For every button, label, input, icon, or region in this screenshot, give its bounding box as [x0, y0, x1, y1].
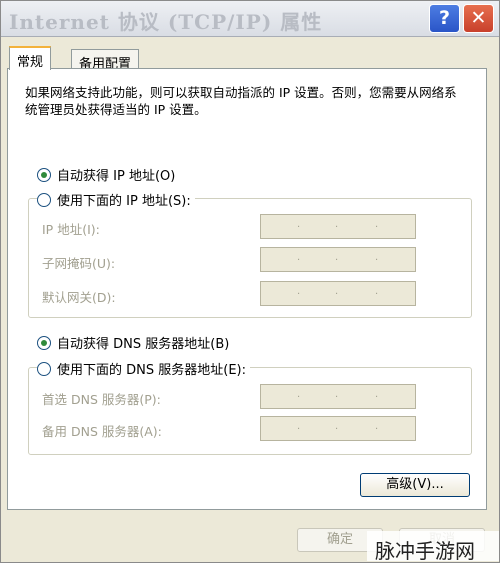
radio-unselected-icon — [37, 361, 51, 376]
default-gateway-field: ... — [260, 281, 416, 306]
manual-dns-group — [28, 367, 472, 455]
alternate-dns-field: ... — [260, 416, 416, 441]
default-gateway-label: 默认网关(D): — [42, 290, 116, 305]
ip-address-label: IP 地址(I): — [42, 222, 100, 237]
auto-dns-radio[interactable]: 自动获得 DNS 服务器地址(B) — [37, 333, 229, 352]
manual-dns-label: 使用下面的 DNS 服务器地址(E): — [57, 363, 246, 378]
radio-selected-icon — [37, 335, 51, 350]
description-text: 如果网络支持此功能，则可以获取自动指派的 IP 设置。否则，您需要从网络系统管理… — [25, 85, 457, 117]
alternate-dns-label: 备用 DNS 服务器(A): — [42, 424, 162, 439]
help-button[interactable]: ? — [429, 4, 460, 33]
radio-unselected-icon — [37, 192, 51, 207]
preferred-dns-field: ... — [260, 384, 416, 409]
manual-ip-label: 使用下面的 IP 地址(S): — [57, 194, 191, 209]
close-icon: ✕ — [470, 7, 487, 29]
radio-selected-icon — [37, 167, 51, 182]
auto-dns-label: 自动获得 DNS 服务器地址(B) — [57, 337, 230, 352]
auto-ip-label: 自动获得 IP 地址(O) — [57, 169, 176, 184]
subnet-mask-field: ... — [260, 247, 416, 272]
tab-general[interactable]: 常规 — [9, 46, 52, 70]
tab-general-label: 常规 — [17, 55, 44, 70]
ok-button-label: 确定 — [326, 532, 353, 547]
manual-ip-radio[interactable]: 使用下面的 IP 地址(S): — [37, 190, 195, 209]
window-title: Internet 协议 (TCP/IP) 属性 — [9, 10, 323, 34]
ip-address-field: ... — [260, 214, 416, 239]
watermark-text: 脉冲手游网 — [375, 539, 475, 563]
subnet-mask-label: 子网掩码(U): — [42, 256, 116, 271]
help-icon: ? — [438, 7, 451, 29]
close-button[interactable]: ✕ — [463, 4, 494, 33]
manual-dns-radio[interactable]: 使用下面的 DNS 服务器地址(E): — [37, 359, 250, 378]
advanced-button-label: 高级(V)... — [386, 477, 444, 492]
advanced-button[interactable]: 高级(V)... — [360, 473, 470, 497]
auto-ip-radio[interactable]: 自动获得 IP 地址(O) — [37, 165, 175, 184]
title-bar[interactable]: Internet 协议 (TCP/IP) 属性 ? ✕ — [1, 1, 499, 37]
tcpip-properties-dialog: Internet 协议 (TCP/IP) 属性 ? ✕ 常规 备用配置 如果网络… — [0, 0, 500, 563]
preferred-dns-label: 首选 DNS 服务器(P): — [42, 392, 161, 407]
